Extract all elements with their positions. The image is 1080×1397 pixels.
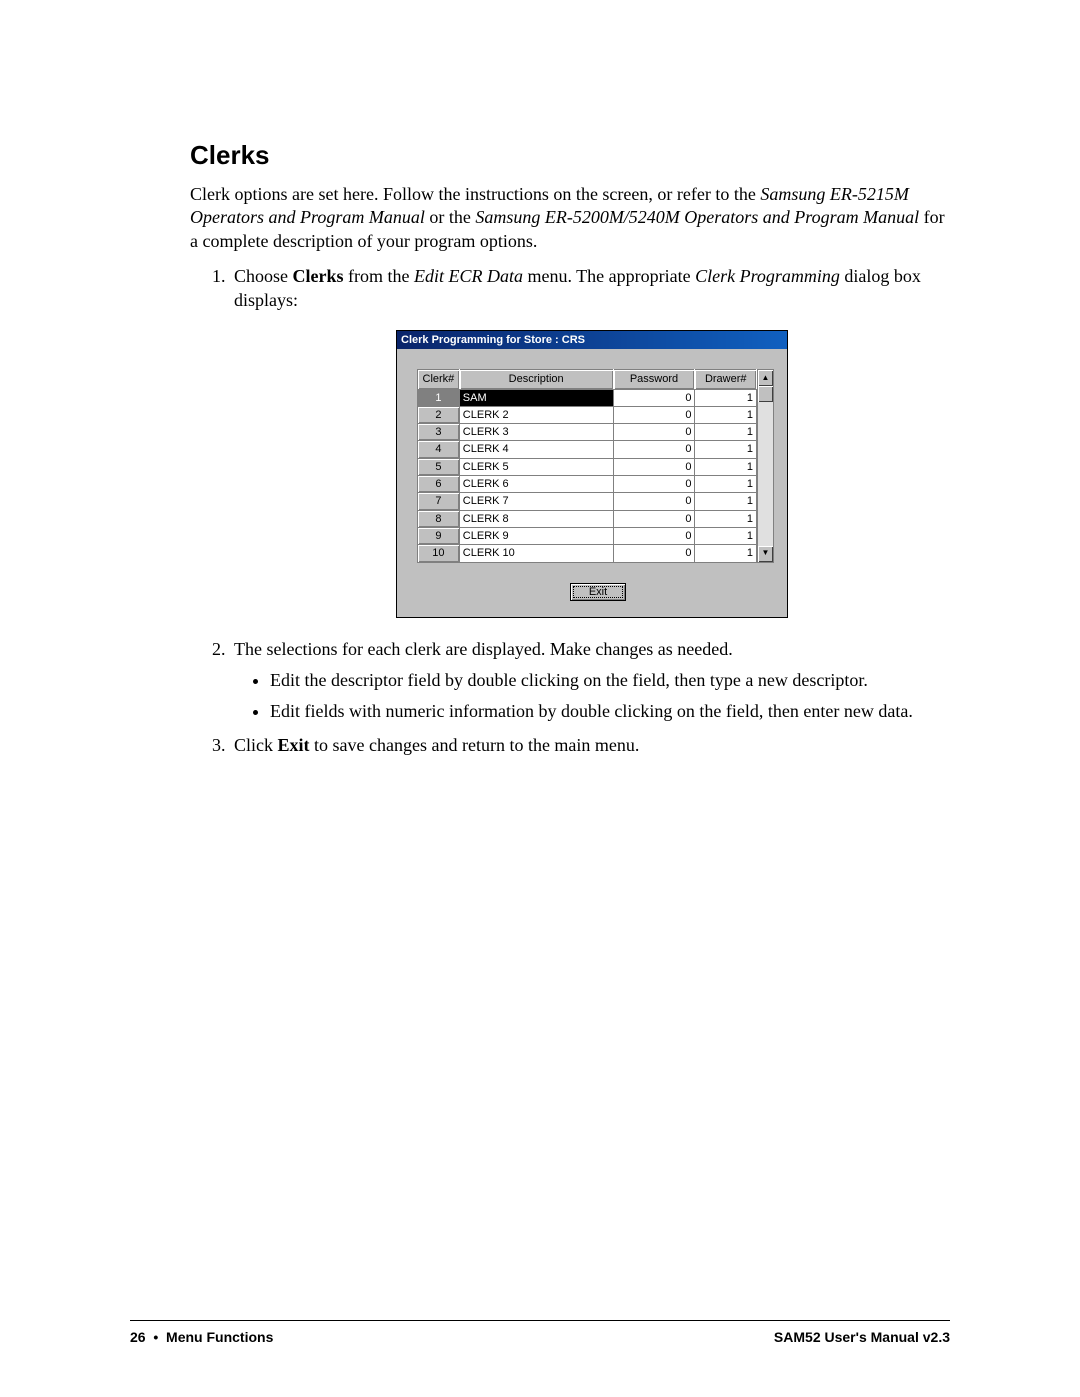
col-header-description[interactable]: Description: [459, 370, 613, 389]
table-row[interactable]: 1SAM01: [418, 389, 757, 406]
section-heading: Clerks: [190, 140, 950, 171]
cell-drawer[interactable]: 1: [695, 527, 757, 544]
step-3: Click Exit to save changes and return to…: [230, 734, 950, 757]
col-header-drawer[interactable]: Drawer#: [695, 370, 757, 389]
footer-left: 26 • Menu Functions: [130, 1329, 273, 1345]
step3-a: Click: [234, 735, 278, 755]
cell-drawer[interactable]: 1: [695, 389, 757, 406]
row-number[interactable]: 6: [418, 476, 460, 493]
cell-drawer[interactable]: 1: [695, 424, 757, 441]
steps-list: Choose Clerks from the Edit ECR Data men…: [190, 265, 950, 757]
cell-description[interactable]: CLERK 5: [459, 458, 613, 475]
cell-drawer[interactable]: 1: [695, 476, 757, 493]
cell-description[interactable]: CLERK 2: [459, 406, 613, 423]
step2-text: The selections for each clerk are displa…: [234, 639, 733, 659]
clerk-programming-dialog: Clerk Programming for Store : CRS Clerk#…: [396, 330, 788, 618]
row-number[interactable]: 9: [418, 527, 460, 544]
table-row[interactable]: 8CLERK 801: [418, 510, 757, 527]
scroll-track[interactable]: [758, 386, 773, 545]
cell-drawer[interactable]: 1: [695, 545, 757, 562]
cell-password[interactable]: 0: [613, 493, 695, 510]
step2-bullet-1: Edit the descriptor field by double clic…: [270, 669, 950, 692]
row-number[interactable]: 3: [418, 424, 460, 441]
table-row[interactable]: 10CLERK 1001: [418, 545, 757, 562]
table-row[interactable]: 5CLERK 501: [418, 458, 757, 475]
cell-password[interactable]: 0: [613, 389, 695, 406]
cell-password[interactable]: 0: [613, 527, 695, 544]
row-number[interactable]: 5: [418, 458, 460, 475]
intro-paragraph: Clerk options are set here. Follow the i…: [190, 183, 950, 253]
cell-password[interactable]: 0: [613, 545, 695, 562]
col-header-clerk[interactable]: Clerk#: [418, 370, 460, 389]
cell-drawer[interactable]: 1: [695, 441, 757, 458]
footer-right: SAM52 User's Manual v2.3: [774, 1329, 950, 1345]
scroll-down-button[interactable]: ▼: [758, 546, 773, 562]
step2-bullet-2: Edit fields with numeric information by …: [270, 700, 950, 723]
step1-f: Clerk Programming: [695, 266, 840, 286]
row-number[interactable]: 4: [418, 441, 460, 458]
cell-description[interactable]: CLERK 6: [459, 476, 613, 493]
step2-bullets: Edit the descriptor field by double clic…: [234, 669, 950, 724]
footer-page-number: 26: [130, 1329, 146, 1345]
scroll-up-button[interactable]: ▲: [758, 370, 773, 386]
cell-description[interactable]: CLERK 3: [459, 424, 613, 441]
cell-password[interactable]: 0: [613, 476, 695, 493]
cell-description[interactable]: CLERK 10: [459, 545, 613, 562]
table-row[interactable]: 2CLERK 201: [418, 406, 757, 423]
manual-ref-2: Samsung ER-5200M/5240M Operators and Pro…: [475, 207, 919, 227]
table-row[interactable]: 4CLERK 401: [418, 441, 757, 458]
cell-password[interactable]: 0: [613, 424, 695, 441]
cell-drawer[interactable]: 1: [695, 493, 757, 510]
intro-text-2: or the: [425, 207, 475, 227]
step1-b: Clerks: [293, 266, 344, 286]
step1-d: Edit ECR Data: [414, 266, 523, 286]
step3-b: Exit: [278, 735, 310, 755]
cell-password[interactable]: 0: [613, 510, 695, 527]
cell-description[interactable]: CLERK 4: [459, 441, 613, 458]
footer-bullet: •: [153, 1329, 158, 1345]
cell-description[interactable]: SAM: [459, 389, 613, 406]
row-number[interactable]: 7: [418, 493, 460, 510]
page-footer: 26 • Menu Functions SAM52 User's Manual …: [130, 1329, 950, 1345]
step1-c: from the: [344, 266, 414, 286]
cell-drawer[interactable]: 1: [695, 510, 757, 527]
step3-c: to save changes and return to the main m…: [310, 735, 640, 755]
dialog-titlebar: Clerk Programming for Store : CRS: [397, 331, 787, 349]
table-scrollbar[interactable]: ▲ ▼: [757, 369, 774, 562]
cell-password[interactable]: 0: [613, 458, 695, 475]
cell-password[interactable]: 0: [613, 441, 695, 458]
cell-drawer[interactable]: 1: [695, 458, 757, 475]
row-number[interactable]: 1: [418, 389, 460, 406]
step1-e: menu. The appropriate: [523, 266, 695, 286]
row-number[interactable]: 10: [418, 545, 460, 562]
cell-drawer[interactable]: 1: [695, 406, 757, 423]
table-row[interactable]: 3CLERK 301: [418, 424, 757, 441]
exit-button[interactable]: Exit: [570, 583, 626, 601]
cell-description[interactable]: CLERK 7: [459, 493, 613, 510]
cell-description[interactable]: CLERK 9: [459, 527, 613, 544]
step-1: Choose Clerks from the Edit ECR Data men…: [230, 265, 950, 617]
table-row[interactable]: 7CLERK 701: [418, 493, 757, 510]
col-header-password[interactable]: Password: [613, 370, 695, 389]
footer-rule: [130, 1320, 950, 1321]
scroll-thumb[interactable]: [758, 386, 773, 402]
table-row[interactable]: 9CLERK 901: [418, 527, 757, 544]
step-2: The selections for each clerk are displa…: [230, 638, 950, 724]
clerk-table[interactable]: Clerk# Description Password Drawer# 1SAM…: [417, 369, 757, 562]
cell-password[interactable]: 0: [613, 406, 695, 423]
footer-section: Menu Functions: [166, 1329, 273, 1345]
intro-text-1: Clerk options are set here. Follow the i…: [190, 184, 760, 204]
row-number[interactable]: 2: [418, 406, 460, 423]
row-number[interactable]: 8: [418, 510, 460, 527]
step1-a: Choose: [234, 266, 293, 286]
table-row[interactable]: 6CLERK 601: [418, 476, 757, 493]
cell-description[interactable]: CLERK 8: [459, 510, 613, 527]
